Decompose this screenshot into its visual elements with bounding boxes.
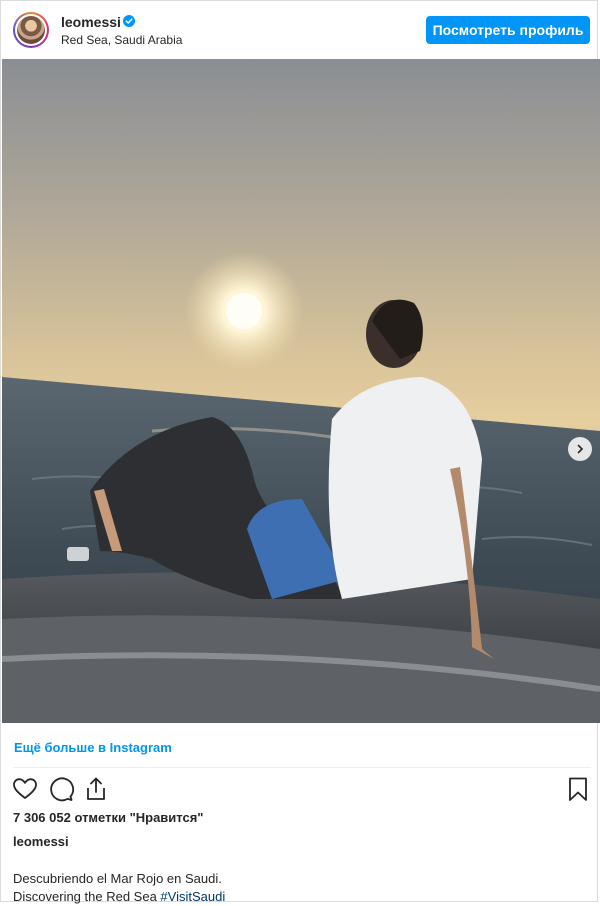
sunset-photo-image (2, 59, 600, 723)
caption-username[interactable]: leomessi (13, 834, 69, 849)
divider (13, 767, 591, 768)
share-icon[interactable] (82, 775, 110, 803)
caption-line: Descubriendo el Mar Rojo en Saudi. (13, 871, 222, 886)
avatar[interactable] (13, 12, 49, 48)
heart-icon[interactable] (11, 775, 39, 803)
carousel-next-button[interactable] (568, 437, 592, 461)
comment-icon[interactable] (47, 775, 75, 803)
caption-text: Descubriendo el Mar Rojo en Saudi. Disco… (13, 870, 225, 906)
verified-badge-icon (123, 15, 135, 27)
header-username[interactable]: leomessi (61, 14, 121, 30)
post-actions (1, 773, 599, 805)
caption-line-text: Discovering the Red Sea (13, 889, 161, 904)
hashtag-link[interactable]: #VisitSaudi (160, 889, 225, 904)
chevron-right-icon (577, 444, 584, 454)
post-photo[interactable] (2, 59, 600, 723)
bookmark-icon[interactable] (564, 775, 592, 803)
instagram-embed: leomessi Red Sea, Saudi Arabia Посмотрет… (0, 0, 600, 904)
more-on-instagram-link[interactable]: Ещё больше в Instagram (14, 740, 172, 755)
post-header: leomessi Red Sea, Saudi Arabia Посмотрет… (1, 1, 599, 59)
caption-line: Discovering the Red Sea #VisitSaudi (13, 888, 225, 906)
likes-count[interactable]: 7 306 052 отметки "Нравится" (13, 810, 203, 825)
view-profile-button[interactable]: Посмотреть профиль (426, 16, 590, 44)
avatar-image (17, 16, 45, 44)
post-location[interactable]: Red Sea, Saudi Arabia (61, 33, 182, 47)
